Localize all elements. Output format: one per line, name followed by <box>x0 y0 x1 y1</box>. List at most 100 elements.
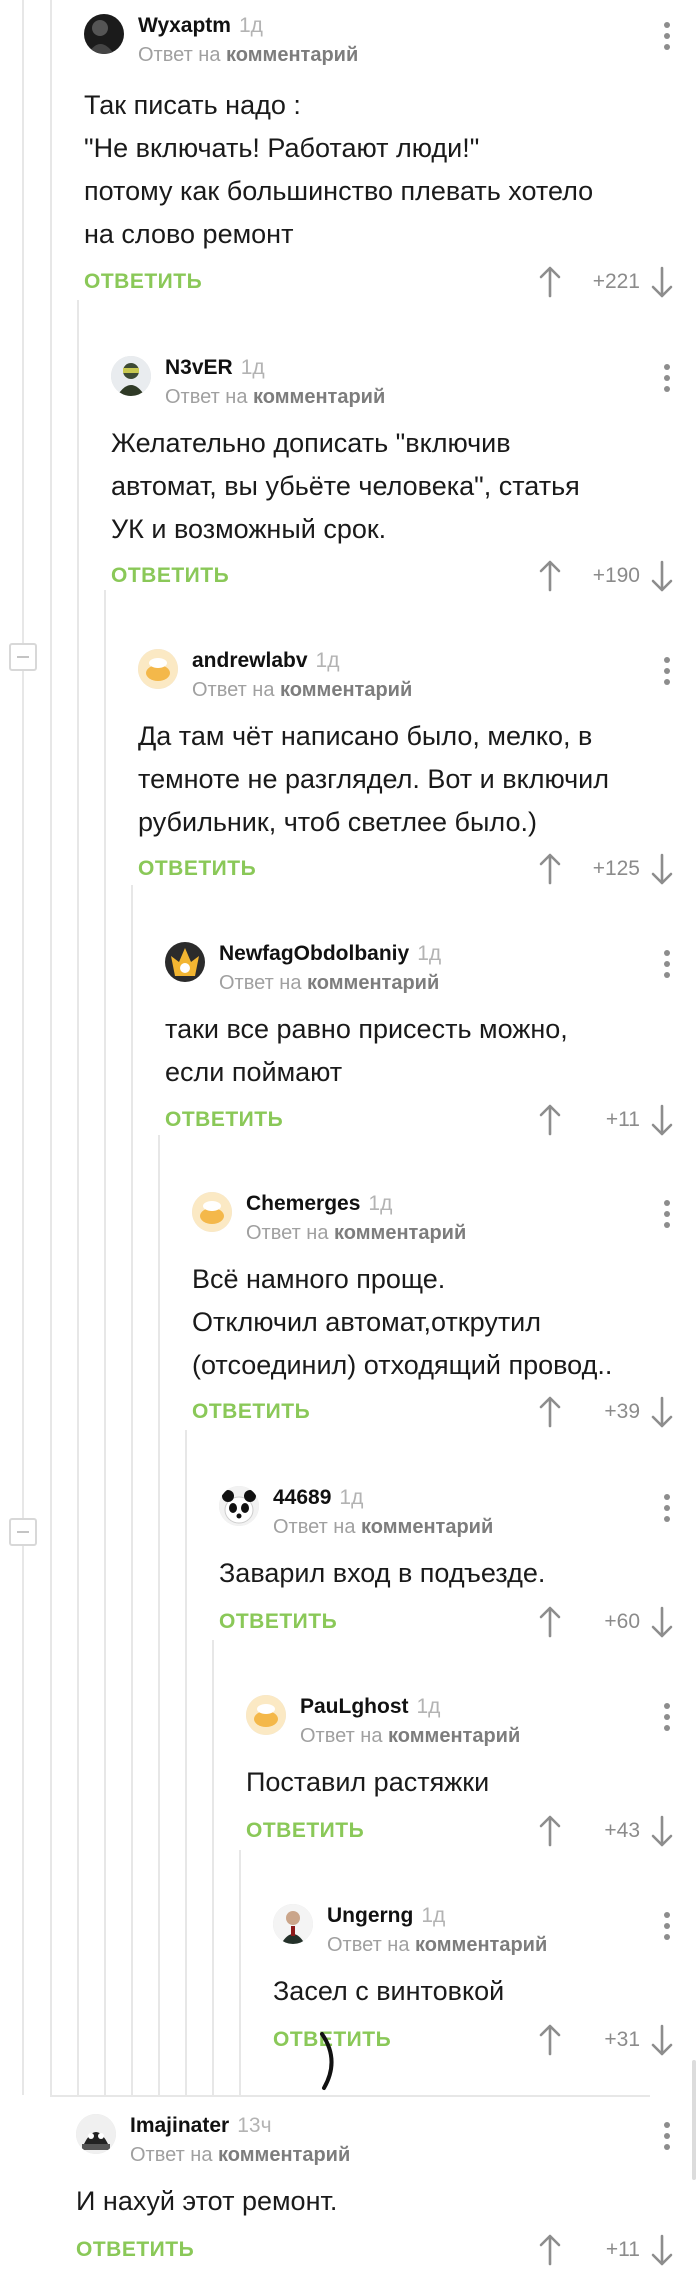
upvote-arrow-icon[interactable] <box>538 560 562 592</box>
reply-button[interactable]: ОТВЕТИТЬ <box>192 1400 310 1424</box>
thread-line <box>104 590 106 2095</box>
author-name[interactable]: NewfagObdolbaniy <box>219 942 409 965</box>
reply-to-link[interactable]: комментарий <box>334 1222 466 1244</box>
reply-button[interactable]: ОТВЕТИТЬ <box>138 857 256 881</box>
author-name[interactable]: Imajinater <box>130 2114 229 2137</box>
comment-time: 13ч <box>237 2114 272 2137</box>
reply-to-link[interactable]: комментарий <box>218 2144 350 2166</box>
more-options-icon[interactable] <box>664 364 670 397</box>
comment-text: Поставил растяжки <box>246 1767 490 1797</box>
reply-to-prefix: Ответ на <box>300 1725 383 1747</box>
comment-rating: +31 <box>604 2028 640 2051</box>
more-options-icon[interactable] <box>664 1912 670 1945</box>
downvote-arrow-icon[interactable] <box>650 2234 674 2266</box>
thread-line <box>185 1430 187 2095</box>
reply-to-prefix: Ответ на <box>165 386 248 408</box>
author-name[interactable]: 44689 <box>273 1486 331 1509</box>
upvote-arrow-icon[interactable] <box>538 1396 562 1428</box>
collapse-thread-button[interactable] <box>9 1518 37 1546</box>
more-options-icon[interactable] <box>664 1200 670 1233</box>
downvote-arrow-icon[interactable] <box>650 2024 674 2056</box>
upvote-arrow-icon[interactable] <box>538 1815 562 1847</box>
reply-button[interactable]: ОТВЕТИТЬ <box>165 1108 283 1132</box>
reply-to-prefix: Ответ на <box>138 44 221 66</box>
downvote-arrow-icon[interactable] <box>650 1815 674 1847</box>
downvote-arrow-icon[interactable] <box>650 1606 674 1638</box>
comment-time: 1д <box>315 649 340 672</box>
downvote-arrow-icon[interactable] <box>650 1396 674 1428</box>
avatar[interactable] <box>246 1695 286 1735</box>
comment-text: Так писать надо : "Не включать! Работают… <box>84 90 594 249</box>
comment-text: Засел с винтовкой <box>273 1976 505 2006</box>
thread-line <box>131 885 133 2095</box>
comment-time: 1д <box>339 1486 364 1509</box>
avatar[interactable] <box>273 1904 313 1944</box>
comment-rating: +11 <box>605 1108 640 1131</box>
downvote-arrow-icon[interactable] <box>650 1104 674 1136</box>
avatar[interactable] <box>76 2114 116 2154</box>
collapse-thread-button[interactable] <box>9 643 37 671</box>
more-options-icon[interactable] <box>664 22 670 55</box>
more-options-icon[interactable] <box>664 950 670 983</box>
reply-button[interactable]: ОТВЕТИТЬ <box>111 564 229 588</box>
more-options-icon[interactable] <box>664 1494 670 1527</box>
comment-time: 1д <box>416 1695 441 1718</box>
reply-button[interactable]: ОТВЕТИТЬ <box>84 270 202 294</box>
reply-to-link[interactable]: комментарий <box>226 44 358 66</box>
avatar[interactable] <box>111 356 151 396</box>
reply-to-prefix: Ответ на <box>273 1516 356 1538</box>
comment-rating: +39 <box>604 1400 640 1423</box>
comment-text: Желательно дописать "включив автомат, вы… <box>111 428 580 544</box>
reply-to-link[interactable]: комментарий <box>388 1725 520 1747</box>
comment-time: 1д <box>368 1192 393 1215</box>
reply-to-link[interactable]: комментарий <box>280 679 412 701</box>
upvote-arrow-icon[interactable] <box>538 266 562 298</box>
reply-to-link[interactable]: комментарий <box>415 1934 547 1956</box>
reply-to-link[interactable]: комментарий <box>253 386 385 408</box>
upvote-arrow-icon[interactable] <box>538 2234 562 2266</box>
comment-rating: +221 <box>592 270 640 293</box>
upvote-arrow-icon[interactable] <box>538 1606 562 1638</box>
comment-rating: +43 <box>604 1819 640 1842</box>
comment-text: Да там чёт написано было, мелко, в темно… <box>138 721 610 837</box>
avatar[interactable] <box>138 649 178 689</box>
more-options-icon[interactable] <box>664 1703 670 1736</box>
author-name[interactable]: Ungerng <box>327 1904 413 1927</box>
comment-text: Заварил вход в подъезде. <box>219 1558 546 1588</box>
author-name[interactable]: andrewlabv <box>192 649 308 672</box>
author-name[interactable]: N3vER <box>165 356 233 379</box>
thread-line <box>22 0 24 2095</box>
reply-to-link[interactable]: комментарий <box>307 972 439 994</box>
reply-to-prefix: Ответ на <box>246 1222 329 1244</box>
downvote-arrow-icon[interactable] <box>650 853 674 885</box>
avatar[interactable] <box>84 14 124 54</box>
thread-line <box>239 1850 241 2095</box>
avatar[interactable] <box>219 1486 259 1526</box>
more-options-icon[interactable] <box>664 2122 670 2155</box>
downvote-arrow-icon[interactable] <box>650 266 674 298</box>
upvote-arrow-icon[interactable] <box>538 853 562 885</box>
author-name[interactable]: Chemerges <box>246 1192 360 1215</box>
downvote-arrow-icon[interactable] <box>650 560 674 592</box>
comment-text: таки все равно присесть можно, если пойм… <box>165 1014 568 1087</box>
upvote-arrow-icon[interactable] <box>538 2024 562 2056</box>
more-options-icon[interactable] <box>664 657 670 690</box>
comment-thread: Wyxaptm 1д Ответ на комментарий Так писат… <box>0 0 700 2287</box>
avatar[interactable] <box>192 1192 232 1232</box>
upvote-arrow-icon[interactable] <box>538 1104 562 1136</box>
comment-rating: +11 <box>605 2238 640 2261</box>
reply-button[interactable]: ОТВЕТИТЬ <box>246 1819 364 1843</box>
comment-time: 1д <box>417 942 442 965</box>
avatar[interactable] <box>165 942 205 982</box>
comment-rating: +125 <box>592 857 640 880</box>
reply-to-link[interactable]: комментарий <box>361 1516 493 1538</box>
reply-to-prefix: Ответ на <box>327 1934 410 1956</box>
author-name[interactable]: Wyxaptm <box>138 14 231 37</box>
thread-line <box>212 1640 214 2095</box>
author-name[interactable]: PauLghost <box>300 1695 409 1718</box>
reply-to-prefix: Ответ на <box>192 679 275 701</box>
reply-button[interactable]: ОТВЕТИТЬ <box>219 1610 337 1634</box>
reply-button[interactable]: ОТВЕТИТЬ <box>76 2238 194 2262</box>
thread-line <box>50 0 52 2095</box>
scrollbar[interactable] <box>692 2060 696 2180</box>
